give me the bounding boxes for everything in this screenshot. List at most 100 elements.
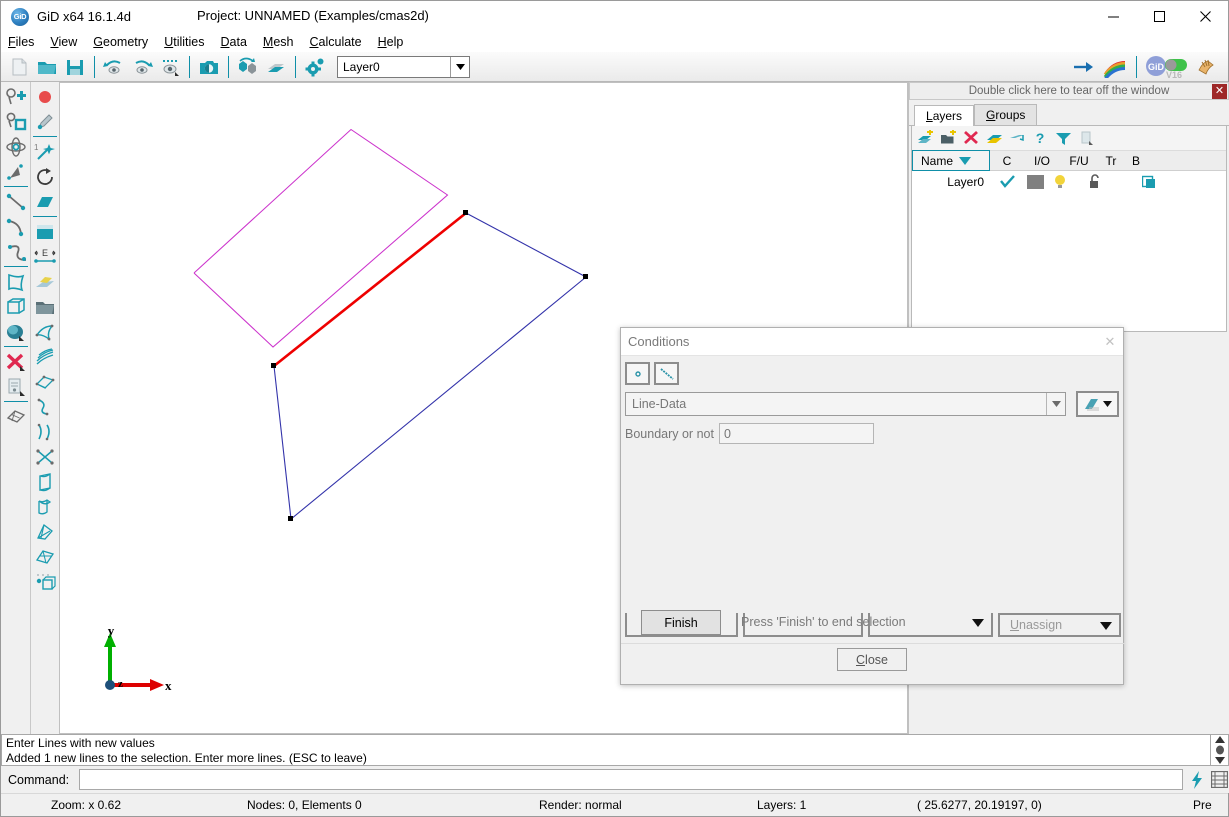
dialog-title-bar[interactable]: Conditions ✕ bbox=[621, 328, 1123, 356]
surface-mesh-icon[interactable] bbox=[2, 404, 29, 429]
tab-groups[interactable]: Groups bbox=[974, 104, 1038, 125]
layer-filter-icon[interactable] bbox=[1055, 130, 1072, 147]
new-file-icon[interactable] bbox=[5, 54, 33, 80]
rectangle-icon[interactable] bbox=[32, 219, 59, 244]
parallelogram-icon[interactable] bbox=[32, 189, 59, 214]
close-dialog-button[interactable]: Close bbox=[837, 648, 907, 671]
column-header-c[interactable]: C bbox=[990, 154, 1024, 168]
unlocked-icon[interactable] bbox=[1074, 174, 1114, 190]
trimmed-surface-icon[interactable] bbox=[32, 394, 59, 419]
create-nurbs-line-icon[interactable] bbox=[2, 239, 29, 264]
column-header-tr[interactable]: Tr bbox=[1098, 154, 1124, 168]
maximize-button[interactable] bbox=[1136, 1, 1182, 32]
delete-icon[interactable] bbox=[2, 349, 29, 374]
layer-help-icon[interactable]: ? bbox=[1032, 130, 1049, 147]
create-object-icon[interactable] bbox=[2, 319, 29, 344]
message-scrollbar[interactable] bbox=[1211, 734, 1229, 766]
gid-version-icon[interactable]: GiD V16 bbox=[1144, 54, 1190, 80]
menu-calculate[interactable]: Calculate bbox=[309, 35, 361, 49]
table-row[interactable]: Layer0 bbox=[912, 171, 1226, 193]
create-point-icon[interactable] bbox=[2, 84, 29, 109]
lightning-icon[interactable] bbox=[1186, 768, 1208, 791]
pencil-icon[interactable] bbox=[32, 109, 59, 134]
zoom-eye-icon[interactable] bbox=[156, 54, 184, 80]
point-condition-icon[interactable] bbox=[625, 362, 650, 385]
finish-button[interactable]: Finish bbox=[641, 610, 721, 635]
layer-move-icon[interactable] bbox=[1009, 130, 1026, 147]
menu-help[interactable]: Help bbox=[378, 35, 404, 49]
redo-view-icon[interactable] bbox=[128, 54, 156, 80]
save-icon[interactable] bbox=[61, 54, 89, 80]
column-header-b[interactable]: B bbox=[1124, 154, 1148, 168]
menu-data[interactable]: Data bbox=[220, 35, 246, 49]
condition-combo[interactable]: Line-Data bbox=[625, 392, 1066, 416]
material-hatch-icon[interactable] bbox=[1076, 391, 1119, 417]
layers-stack-icon[interactable] bbox=[262, 54, 290, 80]
create-line-icon[interactable] bbox=[2, 189, 29, 214]
contour-surface-icon[interactable] bbox=[32, 369, 59, 394]
open-folder-icon[interactable] bbox=[33, 54, 61, 80]
object-cube-icon[interactable] bbox=[32, 569, 59, 594]
edge-dimension-icon[interactable]: E bbox=[32, 244, 59, 269]
box-selected-icon[interactable] bbox=[1138, 175, 1162, 190]
coons-surface-icon[interactable] bbox=[32, 319, 59, 344]
open-layer-folder-icon[interactable] bbox=[32, 294, 59, 319]
tab-layers[interactable]: Layers bbox=[914, 105, 975, 126]
layer-properties-icon[interactable] bbox=[2, 374, 29, 399]
import-arrow-icon[interactable] bbox=[1071, 54, 1099, 80]
menu-utilities[interactable]: Utilities bbox=[164, 35, 204, 49]
create-arc-icon[interactable] bbox=[2, 214, 29, 239]
ruled-surface-icon[interactable] bbox=[32, 344, 59, 369]
rotate-cube-icon[interactable] bbox=[234, 54, 262, 80]
minimize-button[interactable] bbox=[1090, 1, 1136, 32]
new-group-layer-icon[interactable] bbox=[940, 130, 957, 147]
create-surface-icon[interactable] bbox=[2, 269, 29, 294]
menu-geometry[interactable]: Geometry bbox=[93, 35, 148, 49]
undo-view-icon[interactable] bbox=[100, 54, 128, 80]
line-condition-icon[interactable] bbox=[654, 362, 679, 385]
dialog-close-icon[interactable]: ✕ bbox=[1101, 333, 1119, 351]
unassign-combo[interactable]: Unassign bbox=[998, 613, 1121, 637]
layer-send-to-icon[interactable] bbox=[986, 130, 1003, 147]
column-header-name[interactable]: Name bbox=[912, 150, 990, 171]
red-dot-icon[interactable] bbox=[32, 84, 59, 109]
tear-off-bar[interactable]: Double click here to tear off the window… bbox=[909, 82, 1229, 100]
preferences-gear-icon[interactable] bbox=[301, 54, 329, 80]
point-arrow-icon[interactable] bbox=[2, 159, 29, 184]
boundary-field-input[interactable]: 0 bbox=[718, 423, 874, 444]
layer-info-icon[interactable] bbox=[1078, 130, 1095, 147]
layer-visible-check-icon[interactable] bbox=[990, 175, 1024, 189]
bulb-on-icon[interactable] bbox=[1046, 174, 1074, 190]
nurbs-curve-icon[interactable] bbox=[32, 419, 59, 444]
panel-close-icon[interactable]: ✕ bbox=[1212, 84, 1227, 99]
chevron-down-icon[interactable] bbox=[450, 56, 469, 77]
prism-volume-icon[interactable] bbox=[32, 469, 59, 494]
create-volume-icon[interactable] bbox=[2, 294, 29, 319]
layer-selector-combo[interactable]: Layer0 bbox=[337, 55, 470, 78]
color-palette-icon[interactable] bbox=[1101, 54, 1129, 80]
delete-layer-icon[interactable] bbox=[963, 130, 980, 147]
layer-color-swatch[interactable] bbox=[1024, 175, 1046, 189]
nurbs-surface-icon[interactable] bbox=[32, 269, 59, 294]
column-header-io[interactable]: I/O bbox=[1024, 154, 1060, 168]
rotate-refresh-icon[interactable] bbox=[32, 164, 59, 189]
magic-wand-icon[interactable]: 1 bbox=[32, 139, 59, 164]
loft-volume-icon[interactable] bbox=[32, 544, 59, 569]
revolve-volume-icon[interactable] bbox=[32, 519, 59, 544]
column-header-fu[interactable]: F/U bbox=[1060, 154, 1098, 168]
menu-view[interactable]: View bbox=[50, 35, 77, 49]
menu-mesh[interactable]: Mesh bbox=[263, 35, 294, 49]
intersection-point-icon[interactable] bbox=[2, 134, 29, 159]
chevron-down-icon[interactable] bbox=[1046, 393, 1065, 415]
svg-text:?: ? bbox=[1036, 130, 1045, 146]
grid-table-icon[interactable] bbox=[1208, 768, 1229, 791]
intersect-lines-icon[interactable] bbox=[32, 444, 59, 469]
close-button[interactable] bbox=[1182, 1, 1228, 32]
point-in-object-icon[interactable] bbox=[2, 109, 29, 134]
snapshot-camera-icon[interactable] bbox=[195, 54, 223, 80]
sweep-volume-icon[interactable] bbox=[32, 494, 59, 519]
new-layer-icon[interactable] bbox=[917, 130, 934, 147]
command-input[interactable] bbox=[79, 769, 1183, 790]
menu-files[interactable]: Files bbox=[8, 35, 34, 49]
postprocess-icon[interactable] bbox=[1192, 54, 1220, 80]
